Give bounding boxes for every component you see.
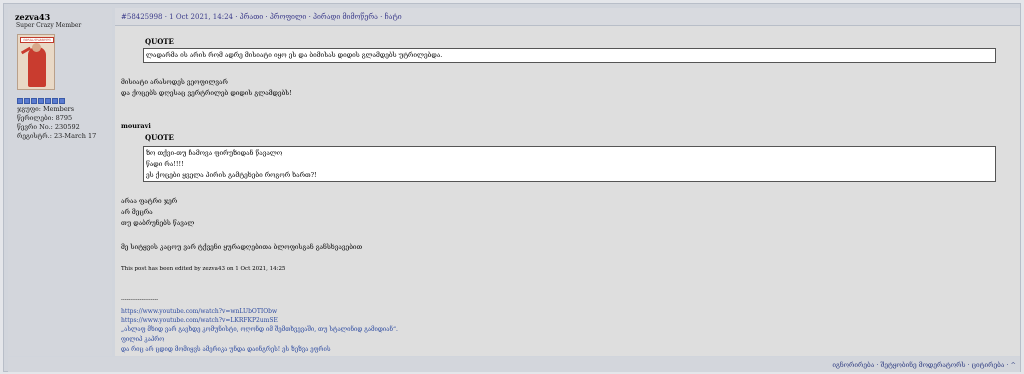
quote-line: ეს ქოცები ყველა პირის გამტეხები როგორ ხა… [146, 171, 317, 179]
quote-line: წადი რა!!!! [146, 160, 184, 168]
quote-box: ზო თქვი-თუ ჩამოვა ფირუზიდან წავალო წადი … [143, 146, 996, 182]
author-member-no: წევრი No.: 230592 [17, 123, 80, 131]
rank-pip-icon [31, 98, 37, 104]
rank-pip-icon [17, 98, 23, 104]
author-panel: zezva43 Super Crazy Member ᲘᲔᲠᲕᲐ-ᲚᲐᲨᲕᲘᲚᲘ… [8, 8, 112, 356]
quote-text: ლადარმა ის არის რომ ადრე მისიატი იყო ეს … [146, 51, 443, 59]
rank-pips [17, 98, 65, 104]
author-rank: Super Crazy Member [16, 22, 82, 29]
post-text: თუ დაბრუნებს წავალ [121, 219, 195, 227]
post-container: zezva43 Super Crazy Member ᲘᲔᲠᲕᲐ-ᲚᲐᲨᲕᲘᲚᲘ… [3, 3, 1021, 372]
post-text: არაა ფატრი ჯერ [121, 197, 178, 205]
signature-text: ფილიპ კაპრო [121, 336, 165, 343]
rank-pip-icon [52, 98, 58, 104]
author-registered: რეგისტრ.: 23-March 17 [17, 132, 97, 140]
edit-note: This post has been edited by zezva43 on … [121, 266, 286, 272]
post-header: #58425998 · 1 Oct 2021, 14:24 · პრათი · … [115, 8, 1020, 26]
avatar-head [32, 43, 41, 52]
signature-divider: -------------------- [121, 297, 159, 303]
quoted-author: mouravi [121, 122, 151, 130]
author-group: ჯგუფი: Members [17, 105, 75, 113]
post-actions[interactable]: იგნორირება · შეტყობინე მოდერატორს · ციტი… [832, 361, 1016, 369]
post-text: მე სიტყვის კაცოუ ვარ ტქვენი ყურადღებითა … [121, 243, 363, 251]
rank-pip-icon [45, 98, 51, 104]
quote-label: QUOTE [145, 37, 174, 46]
post-header-links[interactable]: #58425998 · 1 Oct 2021, 14:24 · პრათი · … [121, 13, 402, 21]
quote-label: QUOTE [145, 133, 174, 142]
avatar-figure [28, 47, 46, 87]
post-text: და ქოცებს დღესაც ვერტრილებ დიდის გლამდებ… [121, 89, 292, 97]
post-body: #58425998 · 1 Oct 2021, 14:24 · პრათი · … [115, 8, 1020, 356]
post-text: არ მეცრა [121, 208, 153, 216]
rank-pip-icon [38, 98, 44, 104]
signature-link[interactable]: https://www.youtube.com/watch?v=wnLUbOTI… [121, 308, 277, 315]
signature-text: „ასლაფ მხიდ ვარ გავხდე კომუნისტი, ოღონდ … [121, 326, 398, 333]
rank-pip-icon [59, 98, 65, 104]
avatar: ᲘᲔᲠᲕᲐ-ᲚᲐᲨᲕᲘᲚᲘ [17, 34, 55, 90]
post-text: მისიატი არასოდეს ვეოფილვარ [121, 78, 228, 86]
signature-link[interactable]: https://www.youtube.com/watch?v=LKRFKP2u… [121, 317, 278, 324]
quote-box: ლადარმა ის არის რომ ადრე მისიატი იყო ეს … [143, 48, 996, 63]
author-posts: წერილები: 8795 [17, 114, 73, 122]
rank-pip-icon [24, 98, 30, 104]
quote-line: ზო თქვი-თუ ჩამოვა ფირუზიდან წავალო [146, 149, 283, 157]
author-name[interactable]: zezva43 [15, 12, 50, 22]
signature-text: და რიც არ ცდიდ მომიყვს ამერიკა უნდა დაინ… [121, 346, 331, 353]
post-footer: იგნორირება · შეტყობინე მოდერატორს · ციტი… [8, 357, 1020, 372]
